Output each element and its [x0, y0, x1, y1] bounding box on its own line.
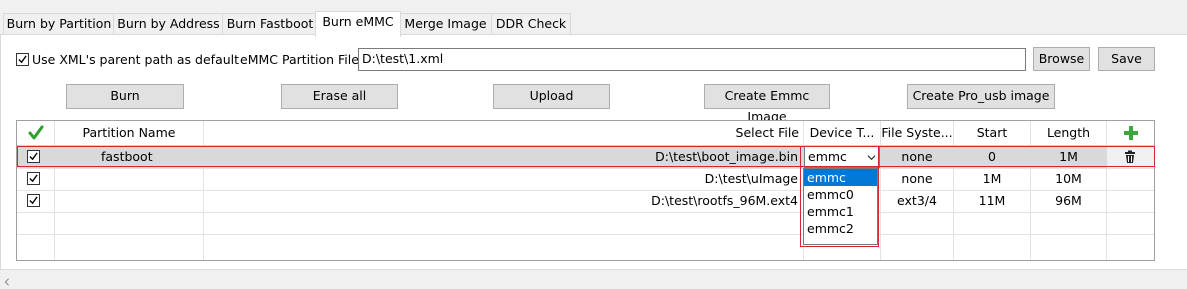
horizontal-scrollbar[interactable] — [0, 275, 1187, 289]
checkmark-icon — [18, 55, 27, 64]
checkmark-icon — [29, 196, 38, 205]
plus-icon — [1123, 126, 1138, 140]
select-file-cell[interactable]: D:\test\rootfs_96M.ext4 — [204, 190, 798, 212]
header-file-system[interactable]: File Syste... — [881, 121, 953, 145]
tab-burn-fastboot[interactable]: Burn Fastboot — [222, 13, 318, 36]
file-system-cell[interactable]: none — [881, 168, 953, 190]
tab-burn-by-address[interactable]: Burn by Address — [113, 13, 224, 36]
add-row-button[interactable] — [1107, 121, 1154, 145]
use-xml-parent-checkbox[interactable] — [16, 53, 29, 66]
erase-all-button[interactable]: Erase all — [281, 84, 398, 109]
partition-name-cell[interactable] — [101, 168, 201, 190]
length-cell[interactable]: 10M — [1031, 168, 1106, 190]
dropdown-highlight-box — [800, 146, 879, 247]
burn-button[interactable]: Burn — [66, 84, 184, 109]
row-highlight-box — [17, 146, 1155, 167]
use-xml-parent-label[interactable]: Use XML's parent path as default — [32, 51, 239, 69]
partition-file-label: eMMC Partition File — [240, 52, 359, 67]
save-button[interactable]: Save — [1098, 47, 1155, 71]
partition-name-cell[interactable] — [101, 190, 201, 212]
header-length[interactable]: Length — [1031, 121, 1106, 145]
checkmark-icon — [29, 174, 38, 183]
header-partition-name[interactable]: Partition Name — [55, 121, 203, 145]
tab-burn-by-partition[interactable]: Burn by Partition — [3, 13, 115, 36]
header-select-file[interactable]: Select File — [204, 121, 799, 145]
tab-burn-emmc[interactable]: Burn eMMC — [315, 11, 401, 37]
tab-ddr-check[interactable]: DDR Check — [491, 13, 571, 36]
create-pro-usb-image-button[interactable]: Create Pro_usb image — [907, 84, 1055, 109]
green-check-icon — [28, 125, 43, 140]
start-cell[interactable]: 11M — [954, 190, 1030, 212]
browse-button[interactable]: Browse — [1033, 47, 1090, 71]
header-start[interactable]: Start — [954, 121, 1030, 145]
tab-merge-image[interactable]: Merge Image — [398, 13, 493, 36]
start-cell[interactable]: 1M — [954, 168, 1030, 190]
partition-table: Partition Name Select File Device T... F… — [16, 120, 1155, 261]
length-cell[interactable]: 96M — [1031, 190, 1106, 212]
create-emmc-image-button[interactable]: Create Emmc Image — [704, 84, 830, 124]
select-file-cell[interactable]: D:\test\uImage — [204, 168, 798, 190]
upload-button[interactable]: Upload — [493, 84, 610, 109]
header-device-type[interactable]: Device T... — [804, 121, 880, 145]
select-all-header[interactable] — [17, 121, 54, 145]
row-checkbox[interactable] — [27, 194, 40, 207]
file-system-cell[interactable]: ext3/4 — [881, 190, 953, 212]
scroll-left-icon[interactable] — [3, 278, 11, 286]
row-checkbox[interactable] — [27, 172, 40, 185]
tab-bar: Burn by Partition Burn by Address Burn F… — [0, 11, 1187, 37]
partition-file-input[interactable]: D:\test\1.xml — [358, 48, 1026, 71]
